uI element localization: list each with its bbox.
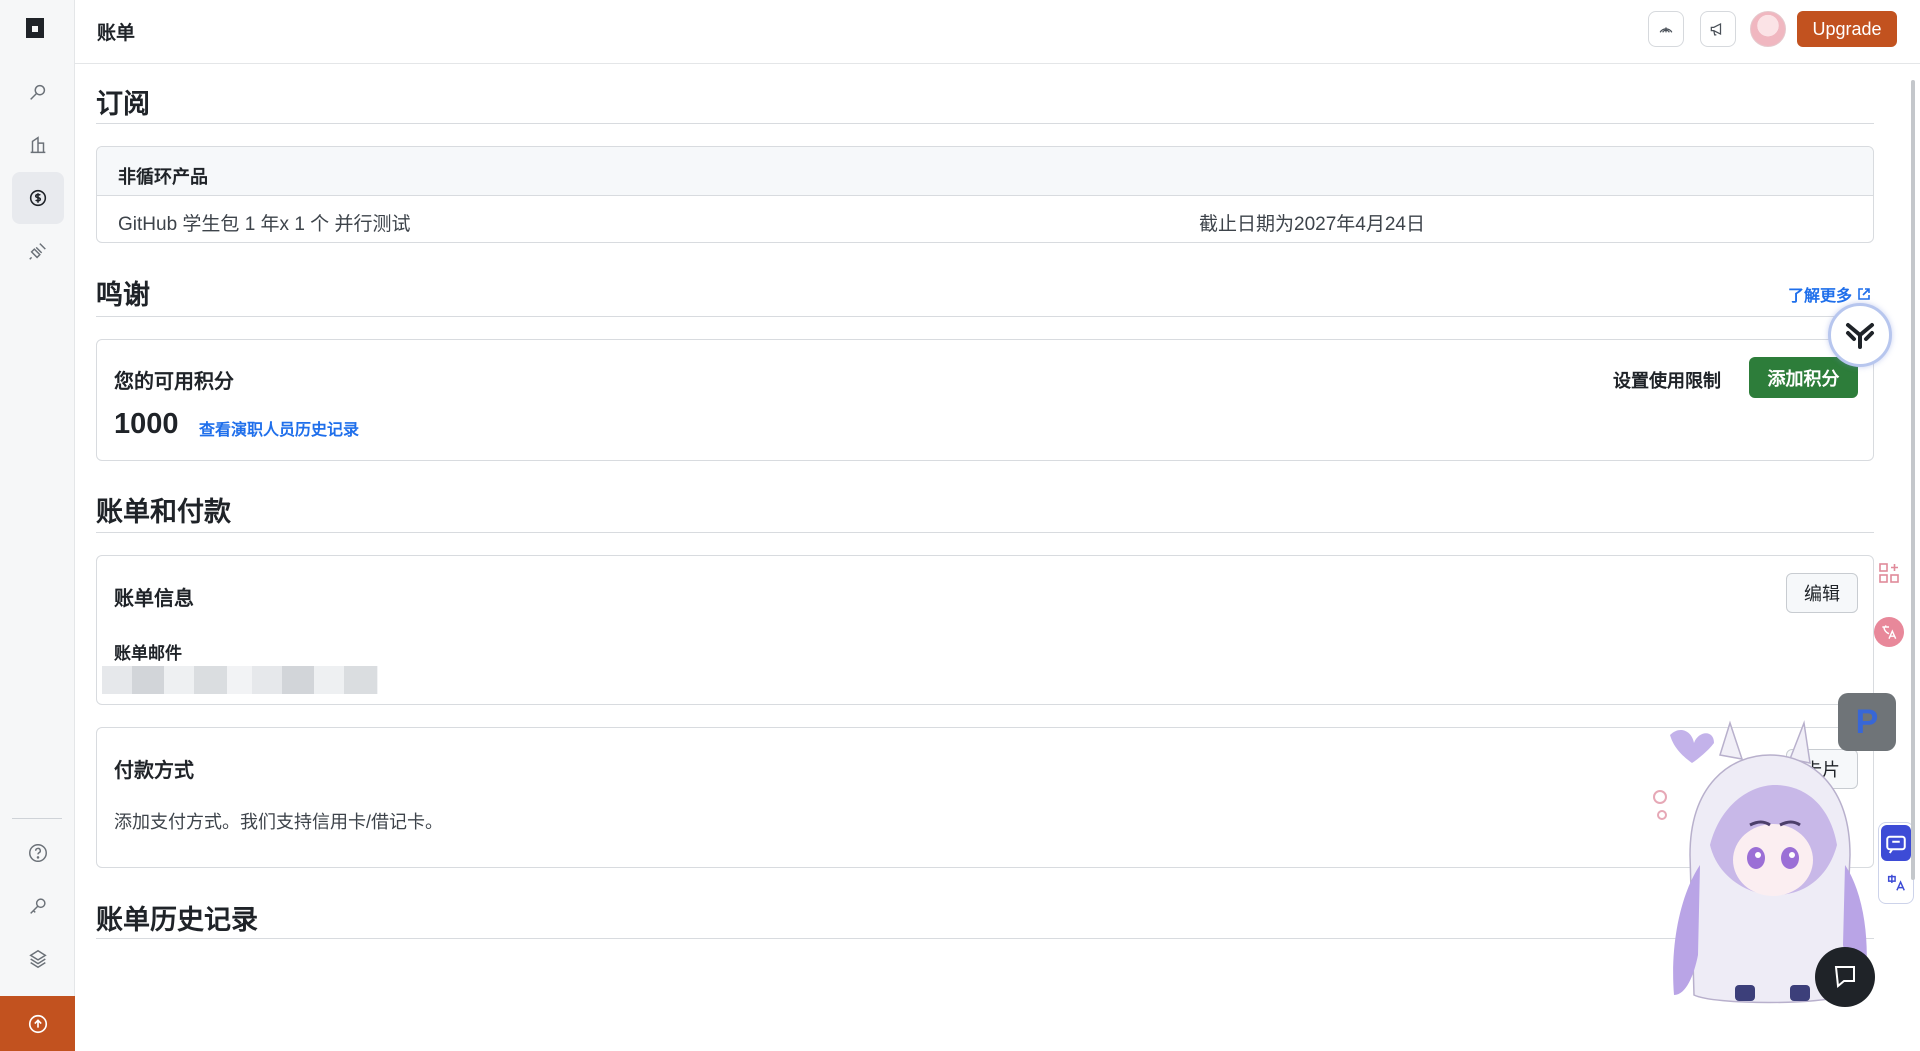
translate-icon[interactable]: [1874, 617, 1904, 647]
help-icon[interactable]: [12, 827, 64, 879]
top-header: 账单 Upgrade: [75, 0, 1920, 64]
usage-limit-link[interactable]: 设置使用限制: [1613, 367, 1721, 393]
sponsorship-title: 鸣谢: [96, 280, 150, 310]
signal-icon[interactable]: [1648, 11, 1684, 47]
billing-divider: [96, 532, 1874, 533]
payment-card: 付款方式 卡片 添加支付方式。我们支持信用卡/借记卡。: [96, 727, 1874, 868]
left-rail: [0, 0, 75, 1051]
assistant-logo-icon[interactable]: [1828, 303, 1892, 367]
credits-history-link[interactable]: 查看演职人员历史记录: [199, 416, 359, 440]
history-title: 账单历史记录: [96, 905, 258, 935]
edit-button[interactable]: 编辑: [1786, 573, 1858, 613]
credits-card: 您的可用积分 1000 查看演职人员历史记录 设置使用限制 添加积分: [96, 339, 1874, 461]
key-icon[interactable]: [12, 880, 64, 932]
billing-dollar-icon[interactable]: [12, 172, 64, 224]
mascot-character-icon: [1653, 720, 1875, 1007]
arrow-up-circle-icon: [28, 1014, 47, 1033]
credits-label: 您的可用积分: [114, 371, 234, 393]
payment-description: 添加支付方式。我们支持信用卡/借记卡。: [114, 812, 443, 832]
external-link-icon: [1858, 288, 1870, 300]
subscription-name: GitHub 学生包 1 年x 1 个 并行测试: [118, 214, 411, 235]
billing-info-card: 账单信息 编辑 账单邮件: [96, 555, 1874, 705]
upgrade-button[interactable]: Upgrade: [1797, 11, 1897, 47]
megaphone-icon[interactable]: [1700, 11, 1736, 47]
billing-info-title: 账单信息: [114, 588, 194, 610]
plug-icon[interactable]: [12, 225, 64, 277]
learn-more-label: 了解更多: [1788, 288, 1853, 305]
app-logo-icon[interactable]: [22, 14, 54, 46]
rail-upgrade-button[interactable]: [0, 996, 75, 1051]
subscriptions-divider: [96, 123, 1874, 124]
search-icon[interactable]: [12, 66, 64, 118]
billing-email-redacted: [102, 666, 378, 694]
language-toggle-icon[interactable]: [1882, 867, 1910, 899]
layers-icon[interactable]: [12, 933, 64, 985]
apps-grid-icon[interactable]: [1874, 558, 1904, 588]
avatar[interactable]: [1750, 11, 1786, 47]
scrollbar-thumb[interactable]: [1911, 80, 1915, 880]
add-credits-button[interactable]: 添加积分: [1749, 357, 1858, 398]
page-title: 账单: [97, 23, 136, 44]
building-icon[interactable]: [12, 119, 64, 171]
rail-divider: [12, 818, 62, 819]
table-row: GitHub 学生包 1 年x 1 个 并行测试 截止日期为2027年4月24日: [97, 196, 1873, 242]
credits-value: 1000: [114, 408, 179, 440]
history-divider: [96, 938, 1874, 939]
sponsorship-divider: [96, 316, 1874, 317]
payment-title: 付款方式: [114, 760, 194, 782]
billing-title: 账单和付款: [96, 497, 231, 527]
chat-panel-icon[interactable]: [1881, 825, 1911, 861]
subscriptions-card: 非循环产品 GitHub 学生包 1 年x 1 个 并行测试 截止日期为2027…: [96, 146, 1874, 243]
subscriptions-table-header: 非循环产品: [97, 147, 1873, 196]
billing-email-label: 账单邮件: [114, 644, 182, 663]
subscription-date: 截止日期为2027年4月24日: [1199, 214, 1425, 235]
subscriptions-title: 订阅: [96, 89, 150, 119]
page-scrollbar[interactable]: [1908, 66, 1918, 1046]
